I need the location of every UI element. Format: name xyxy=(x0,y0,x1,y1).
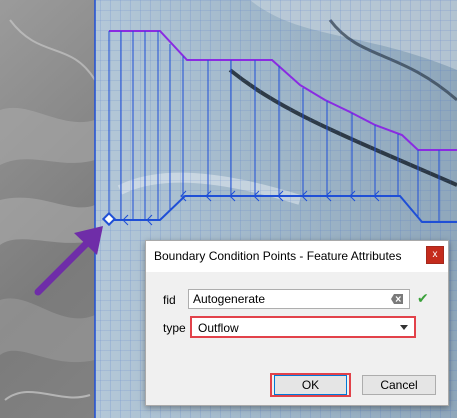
clear-input-icon[interactable] xyxy=(391,294,403,304)
fid-input[interactable] xyxy=(188,289,410,309)
fid-label: fid xyxy=(163,293,176,307)
chevron-down-icon xyxy=(400,325,408,330)
checkmark-icon: ✔ xyxy=(417,290,429,306)
ok-button[interactable]: OK xyxy=(274,375,347,395)
type-select[interactable]: Outflow xyxy=(190,316,416,338)
feature-attributes-dialog: Boundary Condition Points - Feature Attr… xyxy=(145,240,449,406)
dialog-titlebar[interactable]: Boundary Condition Points - Feature Attr… xyxy=(146,241,448,272)
close-icon: x xyxy=(432,249,438,260)
type-label: type xyxy=(163,321,186,335)
cancel-button[interactable]: Cancel xyxy=(362,375,436,395)
type-select-value: Outflow xyxy=(198,321,239,335)
close-button[interactable]: x xyxy=(426,246,444,264)
dialog-title: Boundary Condition Points - Feature Attr… xyxy=(154,249,402,263)
